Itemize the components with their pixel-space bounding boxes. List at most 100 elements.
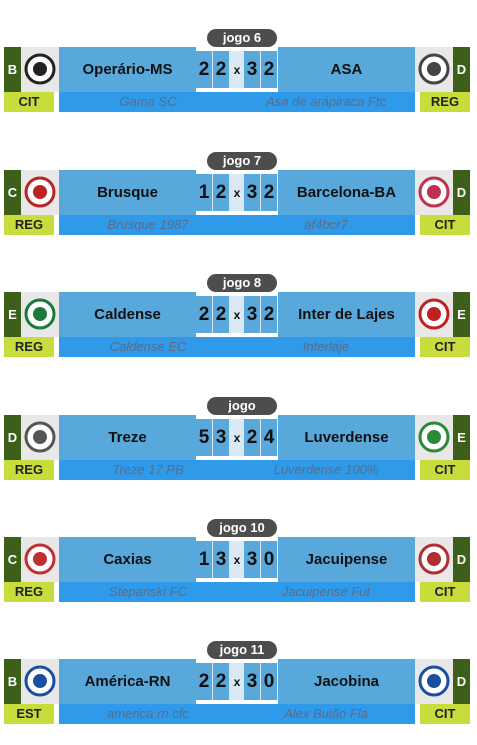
home-score-digit: 5 (196, 419, 212, 456)
away-category-badge: CIT (420, 582, 470, 602)
scoreboard: 1 2 x 3 2 (196, 174, 278, 211)
home-division: D (4, 415, 21, 460)
away-team-name[interactable]: Jacobina (278, 659, 415, 704)
home-owner[interactable]: Stepanski FC (59, 582, 237, 602)
home-team-name[interactable]: Operário-MS (59, 47, 196, 92)
home-score-digit: 2 (196, 51, 212, 88)
away-score-digit: 2 (261, 174, 277, 211)
home-owner[interactable]: Caldense EC (59, 337, 237, 357)
game-card[interactable]: jogo D Treze 5 3 x 2 4 Luverdense E REG … (4, 397, 470, 480)
home-team-name[interactable]: Caldense (59, 292, 196, 337)
match-box: E Caldense 2 2 x 3 2 Inter de Lajes E RE… (4, 292, 470, 357)
score-separator: x (233, 675, 241, 689)
away-division: D (453, 537, 470, 582)
home-category-badge: EST (4, 704, 54, 724)
away-category-badge: CIT (420, 704, 470, 724)
game-label: jogo 7 (207, 152, 277, 170)
away-score-digit: 3 (244, 663, 260, 700)
barcelona-ba-crest-icon (418, 176, 450, 208)
home-category-badge: REG (4, 582, 54, 602)
score-separator: x (233, 63, 241, 77)
home-team-name[interactable]: Treze (59, 415, 196, 460)
home-score-digit: 2 (213, 174, 229, 211)
home-logo (21, 47, 59, 92)
away-score-digit: 3 (244, 296, 260, 333)
game-label: jogo 10 (207, 519, 277, 537)
home-team-name[interactable]: Caxias (59, 537, 196, 582)
away-team-name[interactable]: Barcelona-BA (278, 170, 415, 215)
home-score-digit: 2 (213, 51, 229, 88)
away-logo (415, 170, 453, 215)
game-card[interactable]: jogo 10 C Caxias 1 3 x 3 0 Jacuipense D … (4, 519, 470, 602)
away-score-digit: 2 (261, 296, 277, 333)
game-label: jogo 11 (207, 641, 277, 659)
home-score-digit: 2 (213, 663, 229, 700)
owners-bar: Brusque 1987 af4bcr7 (59, 215, 415, 235)
brusque-crest-icon (24, 176, 56, 208)
owners-bar: Treze 17 PB Luverdense 100% (59, 460, 415, 480)
away-team-name[interactable]: Luverdense (278, 415, 415, 460)
home-division: C (4, 537, 21, 582)
away-logo (415, 537, 453, 582)
away-owner[interactable]: Alex Buião Fla (237, 704, 415, 724)
scoreboard: 5 3 x 2 4 (196, 419, 278, 456)
away-logo (415, 415, 453, 460)
luverdense-crest-icon (418, 421, 450, 453)
home-logo (21, 659, 59, 704)
game-card[interactable]: jogo 8 E Caldense 2 2 x 3 2 Inter de Laj… (4, 274, 470, 357)
home-score-digit: 2 (213, 296, 229, 333)
away-owner[interactable]: Asa de arápiraca Ftc (237, 92, 415, 112)
asa-crest-icon (418, 53, 450, 85)
home-logo (21, 537, 59, 582)
match-box: C Caxias 1 3 x 3 0 Jacuipense D REG Step… (4, 537, 470, 602)
score-separator: x (233, 186, 241, 200)
owners-bar: Caldense EC Interlaje (59, 337, 415, 357)
inter-de-lajes-crest-icon (418, 298, 450, 330)
away-score-digit: 3 (244, 51, 260, 88)
home-owner[interactable]: america rn cfc (59, 704, 237, 724)
away-team-name[interactable]: Inter de Lajes (278, 292, 415, 337)
home-division: E (4, 292, 21, 337)
away-score-digit: 2 (261, 51, 277, 88)
home-logo (21, 170, 59, 215)
home-category-badge: REG (4, 215, 54, 235)
away-score-digit: 0 (261, 541, 277, 578)
away-score-digit: 2 (244, 419, 260, 456)
home-category-badge: CIT (4, 92, 54, 112)
away-owner[interactable]: Jacuipense Fut (237, 582, 415, 602)
away-team-name[interactable]: Jacuipense (278, 537, 415, 582)
away-division: E (453, 415, 470, 460)
jacobina-crest-icon (418, 665, 450, 697)
match-box: C Brusque 1 2 x 3 2 Barcelona-BA D REG B… (4, 170, 470, 235)
away-team-name[interactable]: ASA (278, 47, 415, 92)
home-score-digit: 2 (196, 296, 212, 333)
home-owner[interactable]: Brusque 1987 (59, 215, 237, 235)
home-owner[interactable]: Gama SC (59, 92, 237, 112)
home-score-digit: 1 (196, 174, 212, 211)
home-category-badge: REG (4, 460, 54, 480)
away-division: E (453, 292, 470, 337)
game-card[interactable]: jogo 11 B América-RN 2 2 x 3 0 Jacobina … (4, 641, 470, 724)
owners-bar: america rn cfc Alex Buião Fla (59, 704, 415, 724)
home-score-digit: 2 (196, 663, 212, 700)
home-team-name[interactable]: América-RN (59, 659, 196, 704)
away-owner[interactable]: Luverdense 100% (237, 460, 415, 480)
scoreboard: 2 2 x 3 0 (196, 663, 278, 700)
game-card[interactable]: jogo 7 C Brusque 1 2 x 3 2 Barcelona-BA … (4, 152, 470, 235)
match-box: B América-RN 2 2 x 3 0 Jacobina D EST am… (4, 659, 470, 724)
away-owner[interactable]: af4bcr7 (237, 215, 415, 235)
home-category-badge: REG (4, 337, 54, 357)
home-team-name[interactable]: Brusque (59, 170, 196, 215)
score-separator: x (233, 553, 241, 567)
game-card[interactable]: jogo 6 B Operário-MS 2 2 x 3 2 ASA D CIT… (4, 29, 470, 112)
away-owner[interactable]: Interlaje (237, 337, 415, 357)
jacuipense-crest-icon (418, 543, 450, 575)
home-owner[interactable]: Treze 17 PB (59, 460, 237, 480)
away-score-digit: 0 (261, 663, 277, 700)
scoreboard: 1 3 x 3 0 (196, 541, 278, 578)
caxias-crest-icon (24, 543, 56, 575)
away-category-badge: REG (420, 92, 470, 112)
match-box: B Operário-MS 2 2 x 3 2 ASA D CIT Gama S… (4, 47, 470, 112)
home-score-digit: 3 (213, 541, 229, 578)
caldense-crest-icon (24, 298, 56, 330)
